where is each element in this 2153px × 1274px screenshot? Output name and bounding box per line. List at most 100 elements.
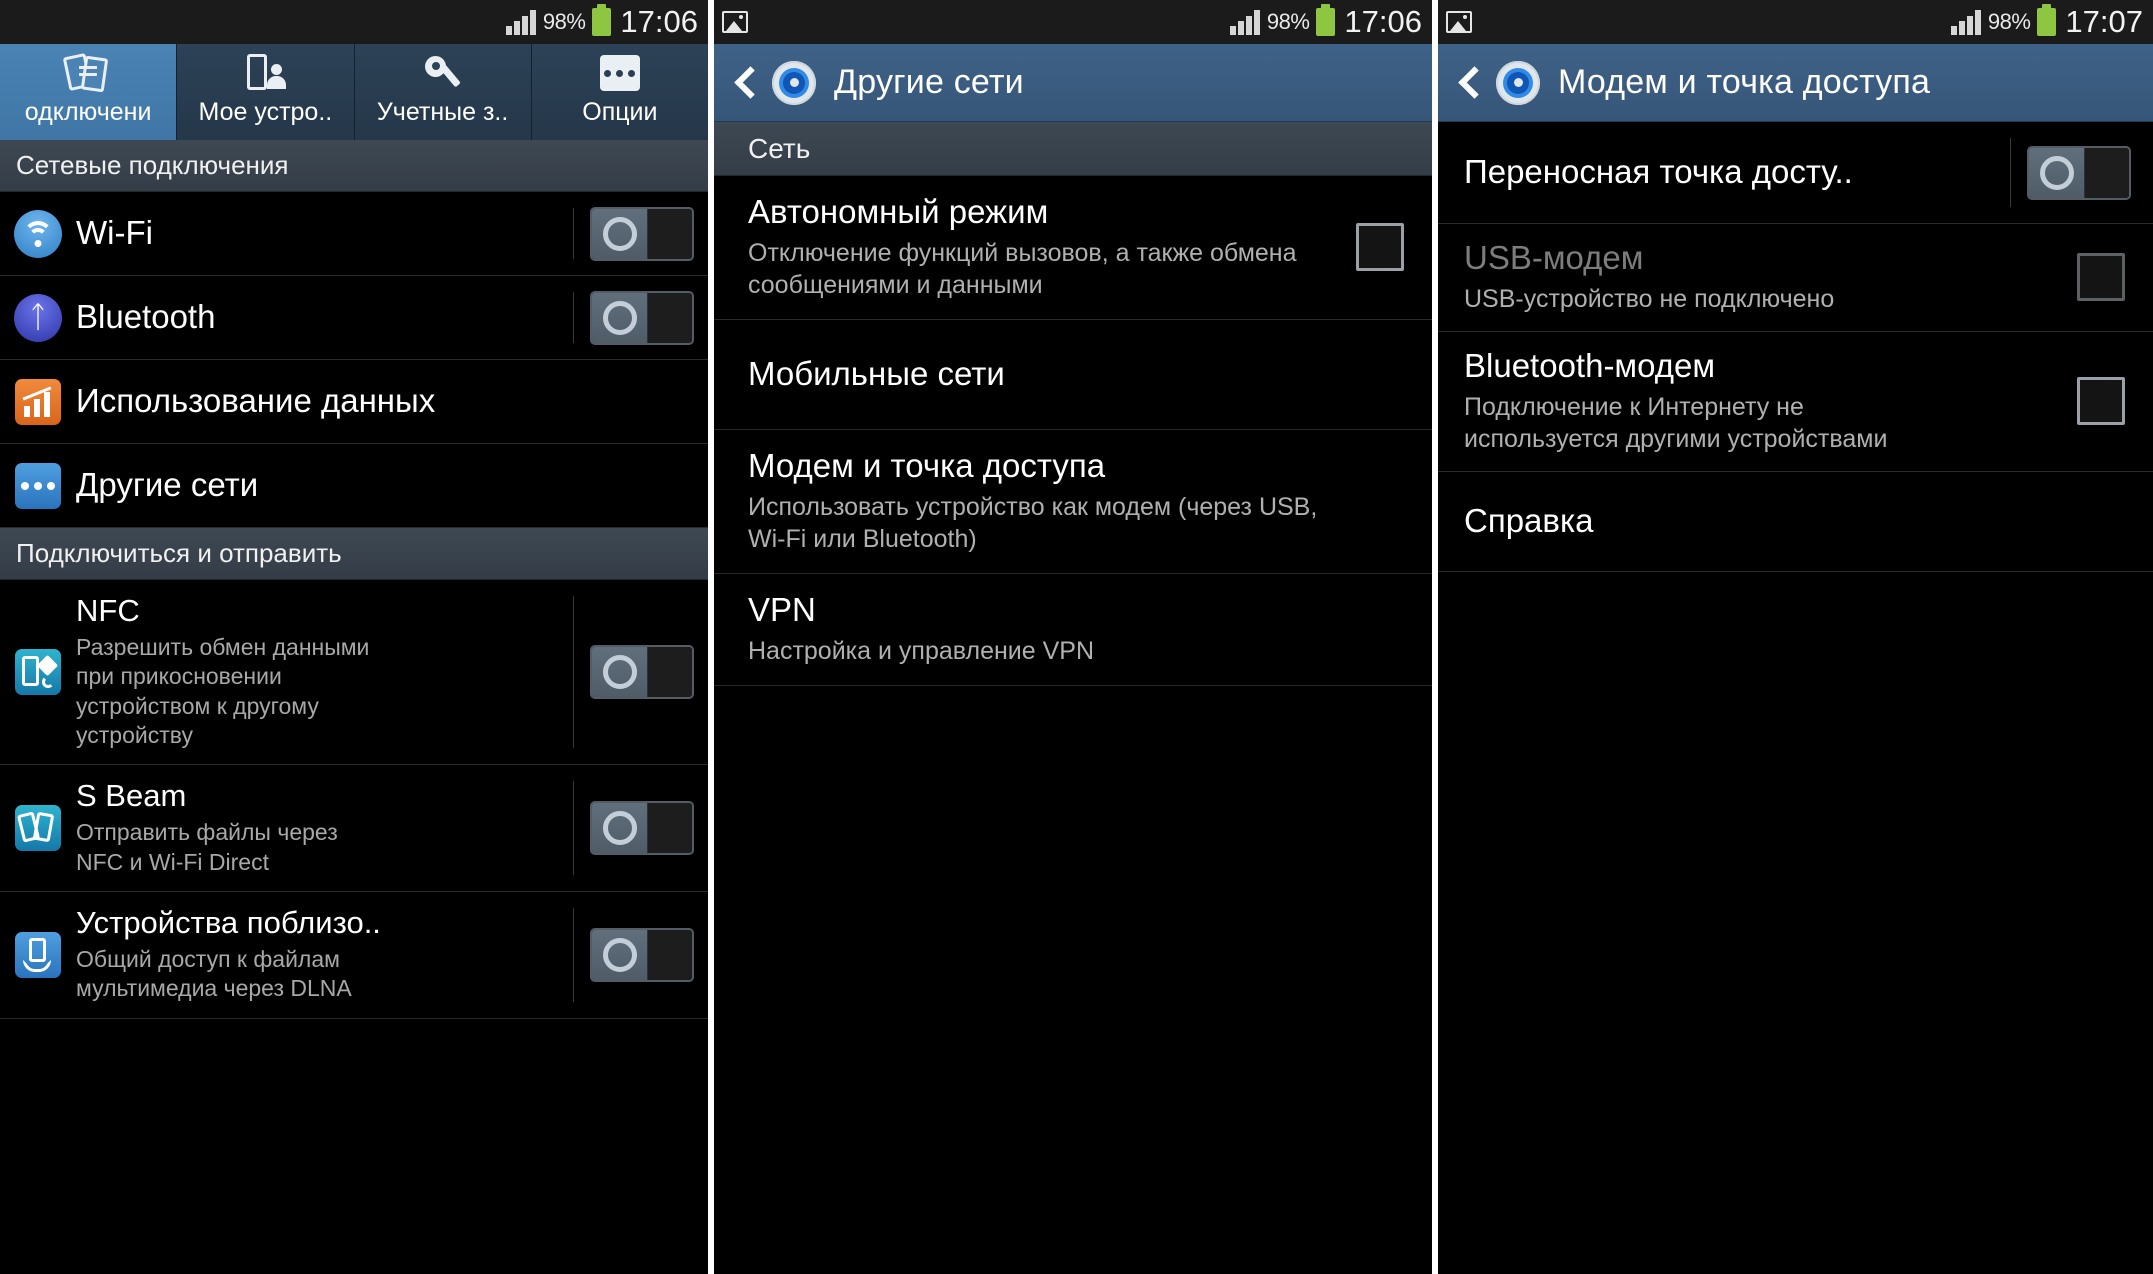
tab-accounts-label: Учетные з..: [376, 98, 509, 126]
list-item-wifi[interactable]: Wi-Fi: [0, 192, 708, 276]
control-divider: [2010, 138, 2011, 207]
list-item-s-beam[interactable]: S Beam Отправить файлы через NFC и Wi-Fi…: [0, 765, 708, 893]
tethering-hotspot-screen: 98% 17:07 Модем и точка доступа Переносн…: [1438, 0, 2153, 1274]
list-item-subtitle: USB-устройство не подключено: [1464, 284, 1835, 313]
wifi-toggle[interactable]: [590, 206, 708, 261]
list-item-airplane-mode[interactable]: Автономный режим Отключение функций вызо…: [714, 176, 1432, 320]
list-item-text: S Beam Отправить файлы через NFC и Wi-Fi…: [76, 765, 573, 891]
tab-my-device[interactable]: Мое устро..: [177, 44, 355, 140]
status-bar-right: 98% 17:06: [505, 4, 698, 40]
bluetooth-tethering-checkbox[interactable]: [2077, 377, 2153, 426]
list-item-subtitle: Настройка и управление VPN: [748, 636, 1094, 665]
s-beam-toggle[interactable]: [590, 801, 708, 856]
list-item-text: Модем и точка доступа Использовать устро…: [714, 430, 1432, 573]
signal-strength-icon: [1229, 9, 1260, 35]
list-item-other-networks[interactable]: Другие сети: [0, 444, 708, 528]
list-item-portable-hotspot[interactable]: Переносная точка досту..: [1438, 122, 2153, 224]
list-item-text: USB-модем USB-устройство не подключено: [1438, 224, 2077, 331]
list-item-bluetooth-tethering[interactable]: Bluetooth-модем Подключение к Интернету …: [1438, 331, 2153, 472]
status-bar-right: 98% 17:07: [1950, 4, 2143, 40]
control-divider: [573, 908, 574, 1002]
list-item-title: Wi-Fi: [76, 214, 153, 252]
list-item-text: NFC Разрешить обмен данными при прикосно…: [76, 580, 573, 764]
settings-gear-icon: [1492, 56, 1544, 109]
status-bar-left: [1446, 11, 1472, 33]
list-item-tethering-hotspot[interactable]: Модем и точка доступа Использовать устро…: [714, 429, 1432, 574]
list-item-subtitle: Использовать устройство как модем (через…: [748, 492, 1318, 553]
list-item-title: Bluetooth-модем: [1464, 346, 1716, 384]
list-item-vpn[interactable]: VPN Настройка и управление VPN: [714, 573, 1432, 686]
back-icon[interactable]: [1460, 67, 1478, 99]
list-item-title: S Beam: [76, 778, 187, 814]
list-item-title: NFC: [76, 593, 140, 628]
section-header-network: Сеть: [714, 122, 1432, 176]
list-item-subtitle: Разрешить обмен данными при прикосновени…: [76, 633, 370, 749]
settings-connections-screen: 98% 17:06 одключени Мое устро.. Учетные …: [0, 0, 708, 1274]
battery-percent-label: 98%: [542, 9, 586, 34]
status-bar: 98% 17:07: [1438, 0, 2153, 44]
list-item-title: Модем и точка доступа: [748, 446, 1106, 484]
status-bar-clock: 17:06: [1344, 4, 1422, 39]
list-item-title: Bluetooth: [76, 298, 216, 336]
list-item-text: Мобильные сети: [714, 338, 1432, 411]
airplane-mode-checkbox[interactable]: [1356, 223, 1432, 272]
portable-hotspot-toggle[interactable]: [2027, 145, 2153, 200]
list-item-usb-tethering: USB-модем USB-устройство не подключено: [1438, 224, 2153, 332]
tab-connections-label: одключени: [24, 100, 152, 125]
battery-icon: [1316, 4, 1336, 36]
tab-options[interactable]: Опции: [531, 44, 708, 140]
list-item-title: USB-модем: [1464, 239, 1644, 276]
nearby-devices-toggle[interactable]: [590, 927, 708, 982]
list-item-text: Другие сети: [76, 453, 708, 518]
connections-icon: [62, 50, 110, 96]
more-options-icon: [599, 50, 640, 96]
nfc-toggle[interactable]: [590, 645, 708, 700]
battery-icon: [592, 4, 612, 36]
list-item-text: Справка: [1438, 487, 2153, 556]
battery-icon: [2037, 4, 2057, 36]
status-bar-left: [722, 11, 748, 33]
settings-gear-icon: [768, 56, 820, 109]
list-item-title: Мобильные сети: [748, 354, 1005, 392]
list-item-text: Wi-Fi: [76, 201, 573, 266]
nearby-devices-icon: [0, 931, 76, 978]
signal-strength-icon: [505, 9, 536, 35]
data-usage-icon: [0, 378, 76, 425]
screenshot-notification-icon: [1446, 11, 1472, 33]
list-item-data-usage[interactable]: Использование данных: [0, 360, 708, 444]
list-item-title: Справка: [1464, 501, 1594, 539]
list-item-subtitle: Отправить файлы через NFC и Wi-Fi Direct: [76, 819, 338, 875]
list-item-mobile-networks[interactable]: Мобильные сети: [714, 319, 1432, 430]
list-item-subtitle: Общий доступ к файлам мультимедиа через …: [76, 945, 352, 1002]
control-divider: [573, 208, 574, 259]
tab-connections[interactable]: одключени: [0, 44, 178, 140]
s-beam-icon: [0, 805, 76, 852]
nfc-icon: [0, 649, 76, 696]
action-bar: Другие сети: [714, 44, 1432, 122]
list-item-title: Переносная точка досту..: [1464, 153, 1853, 191]
control-divider: [573, 596, 574, 749]
action-bar: Модем и точка доступа: [1438, 44, 2153, 122]
three-screenshot-strip: 98% 17:06 одключени Мое устро.. Учетные …: [0, 0, 2153, 1274]
list-item-title: VPN: [748, 590, 816, 628]
battery-percent-label: 98%: [1987, 9, 2031, 34]
section-header-connect-and-share: Подключиться и отправить: [0, 528, 708, 580]
bluetooth-toggle[interactable]: [590, 290, 708, 345]
list-item-nearby-devices[interactable]: Устройства поблизо.. Общий доступ к файл…: [0, 892, 708, 1019]
list-item-help[interactable]: Справка: [1438, 471, 2153, 572]
control-divider: [573, 292, 574, 343]
list-item-title: Устройства поблизо..: [76, 905, 381, 941]
list-item-bluetooth[interactable]: ᛏ Bluetooth: [0, 276, 708, 360]
page-title: Модем и точка доступа: [1558, 63, 1931, 101]
tab-accounts[interactable]: Учетные з..: [354, 44, 532, 140]
list-item-nfc[interactable]: NFC Разрешить обмен данными при прикосно…: [0, 580, 708, 766]
bluetooth-icon: ᛏ: [0, 293, 76, 342]
list-item-subtitle: Подключение к Интернету не используется …: [1464, 392, 1888, 453]
status-bar: 98% 17:06: [714, 0, 1432, 44]
key-icon: [421, 50, 465, 96]
list-item-title: Автономный режим: [748, 193, 1049, 230]
page-title: Другие сети: [834, 63, 1024, 101]
list-item-subtitle: Отключение функций вызовов, а также обме…: [748, 238, 1297, 299]
wifi-icon: [0, 209, 76, 258]
back-icon[interactable]: [736, 67, 754, 99]
